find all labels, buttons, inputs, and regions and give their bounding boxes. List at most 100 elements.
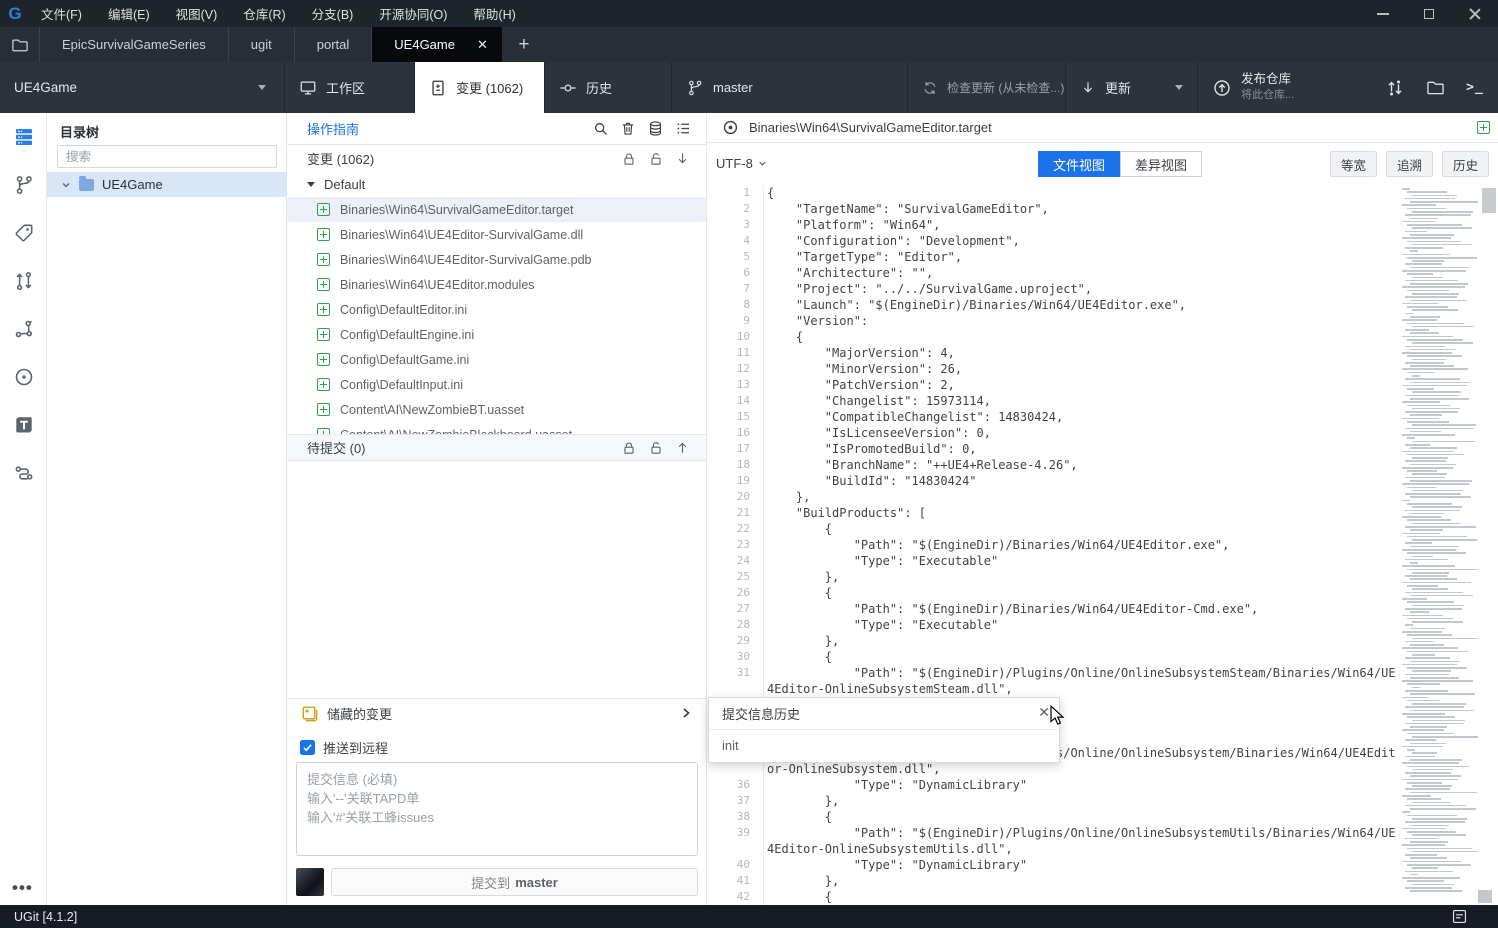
- menu-item[interactable]: 仓库(R): [232, 0, 296, 27]
- triangle-down-icon: [307, 182, 315, 187]
- repo-tab[interactable]: UE4Game ✕: [372, 27, 502, 62]
- changes-tab[interactable]: 变更 (1062): [415, 62, 545, 113]
- minimap[interactable]: [1402, 188, 1478, 904]
- file-row[interactable]: Binaries\Win64\UE4Editor-SurvivalGame.dl…: [287, 222, 706, 247]
- viewer-action-buttons: 等宽 追溯 历史: [1329, 151, 1489, 177]
- directory-tree-panel: 目录树 UE4Game: [47, 113, 287, 905]
- code-text: "IsPromotedBuild": 0,: [767, 442, 977, 456]
- file-row[interactable]: Config\DefaultEngine.ini: [287, 322, 706, 347]
- minimize-icon: [1377, 12, 1389, 15]
- line-number: 28: [707, 617, 764, 633]
- menu-item[interactable]: 编辑(E): [97, 0, 161, 27]
- sidebar-item-merge-requests[interactable]: [12, 269, 36, 293]
- history-tab[interactable]: 历史: [545, 62, 672, 113]
- file-row[interactable]: Config\DefaultEditor.ini: [287, 297, 706, 322]
- terminal-button[interactable]: >_: [1462, 75, 1488, 101]
- trash-icon[interactable]: [620, 120, 636, 137]
- lock-icon[interactable]: [621, 440, 637, 456]
- check-update-button[interactable]: 检查更新 (从未检查...): [908, 62, 1066, 113]
- terminal-icon: >_: [1466, 80, 1484, 95]
- view-tab[interactable]: 差异视图: [1120, 151, 1203, 177]
- added-file-icon: [317, 328, 330, 341]
- sidebar-item-tapd[interactable]: [12, 413, 36, 437]
- menu-item[interactable]: 帮助(H): [462, 0, 526, 27]
- log-icon[interactable]: [1451, 908, 1468, 925]
- maximize-button[interactable]: [1406, 0, 1452, 27]
- commit-history-item[interactable]: init: [709, 730, 1059, 760]
- menu-item[interactable]: 开源协同(O): [368, 0, 458, 27]
- line-number: 42: [707, 889, 764, 905]
- sidebar-item-repos[interactable]: [12, 125, 36, 149]
- search-icon[interactable]: [592, 120, 609, 137]
- viewer-action-button[interactable]: 追溯: [1385, 151, 1433, 177]
- viewer-action-button[interactable]: 等宽: [1329, 151, 1377, 177]
- scrollbar-thumb[interactable]: [1482, 188, 1496, 213]
- tree-root-item[interactable]: UE4Game: [47, 172, 287, 197]
- sidebar-item-submodules[interactable]: [12, 317, 36, 341]
- popup-close-icon[interactable]: ✕: [1038, 705, 1050, 719]
- commit-button[interactable]: 提交到 master: [331, 868, 698, 896]
- push-to-remote-toggle[interactable]: 推送到远程: [300, 738, 388, 757]
- code-view[interactable]: 1{2 "TargetName": "SurvivalGameEditor", 3…: [707, 185, 1498, 905]
- added-file-icon: [317, 203, 330, 216]
- tab-close-icon[interactable]: ✕: [477, 37, 488, 53]
- close-button[interactable]: [1452, 0, 1498, 27]
- repo-tab[interactable]: portal: [295, 27, 373, 62]
- new-tab-button[interactable]: +: [502, 27, 546, 62]
- repo-selector[interactable]: UE4Game: [0, 62, 285, 113]
- file-path-label: Config\DefaultGame.ini: [340, 352, 470, 367]
- add-file-icon[interactable]: [1477, 121, 1490, 134]
- group-row-default[interactable]: Default: [287, 172, 706, 197]
- minimize-button[interactable]: [1360, 0, 1406, 27]
- repo-tab[interactable]: ugit: [229, 27, 295, 62]
- view-tab[interactable]: 文件视图: [1038, 151, 1121, 177]
- encoding-selector[interactable]: UTF-8: [716, 156, 767, 171]
- stashed-changes-row[interactable]: 储藏的变更: [287, 698, 706, 727]
- guide-link[interactable]: 操作指南: [307, 119, 359, 138]
- file-row[interactable]: Content\AI\NewZombieBlackboard.uasset: [287, 422, 706, 434]
- sidebar-item-tags[interactable]: [12, 221, 36, 245]
- line-number: 18: [707, 457, 764, 473]
- open-folder-button[interactable]: [1422, 75, 1448, 101]
- code-text: "BranchName": "++UE4+Release-4.26",: [767, 458, 1078, 472]
- menu-item[interactable]: 分支(B): [301, 0, 365, 27]
- code-text: "MinorVersion": 26,: [767, 362, 963, 376]
- file-path-label: Binaries\Win64\SurvivalGameEditor.target: [340, 202, 574, 217]
- more-button[interactable]: •••: [12, 878, 33, 898]
- lock-icon[interactable]: [621, 151, 637, 167]
- line-number: 17: [707, 441, 764, 457]
- publish-repo-button[interactable]: 发布仓库 将此仓库...: [1198, 62, 1295, 113]
- commit-message-input[interactable]: [296, 762, 698, 856]
- workspace-button[interactable]: 工作区: [285, 62, 415, 113]
- menu-item[interactable]: 文件(F): [30, 0, 93, 27]
- update-button[interactable]: 更新: [1066, 62, 1198, 113]
- arrow-up-icon[interactable]: [675, 440, 690, 455]
- avatar[interactable]: [296, 868, 324, 896]
- tree-search-input[interactable]: [57, 145, 277, 168]
- sync-button[interactable]: [1382, 75, 1408, 101]
- file-row[interactable]: Binaries\Win64\UE4Editor-SurvivalGame.pd…: [287, 247, 706, 272]
- menu-item[interactable]: 视图(V): [165, 0, 229, 27]
- arrow-down-icon[interactable]: [675, 151, 690, 166]
- sidebar-item-branches[interactable]: [12, 173, 36, 197]
- branch-selector[interactable]: master: [672, 62, 908, 113]
- list-view-icon[interactable]: [675, 120, 692, 137]
- repo-tab[interactable]: EpicSurvivalGameSeries: [40, 27, 229, 62]
- file-row[interactable]: Binaries\Win64\SurvivalGameEditor.target: [287, 197, 706, 222]
- open-repo-button[interactable]: [0, 27, 40, 62]
- sidebar-item-workflow[interactable]: [12, 461, 36, 485]
- file-row[interactable]: Config\DefaultGame.ini: [287, 347, 706, 372]
- view-mode-tabs: 文件视图 差异视图: [1038, 151, 1203, 177]
- viewer-action-button[interactable]: 历史: [1441, 151, 1489, 177]
- code-line: 20 },: [707, 489, 1498, 505]
- unlock-icon[interactable]: [648, 440, 664, 456]
- file-path-label: Config\DefaultEditor.ini: [340, 302, 468, 317]
- code-line: 18 "BranchName": "++UE4+Release-4.26",: [707, 457, 1498, 473]
- file-row[interactable]: Content\AI\NewZombieBT.uasset: [287, 397, 706, 422]
- line-number: 31: [707, 665, 764, 697]
- unlock-icon[interactable]: [648, 151, 664, 167]
- file-row[interactable]: Binaries\Win64\UE4Editor.modules: [287, 272, 706, 297]
- file-row[interactable]: Config\DefaultInput.ini: [287, 372, 706, 397]
- stash-list-icon[interactable]: [647, 120, 664, 137]
- sidebar-item-issues[interactable]: [12, 365, 36, 389]
